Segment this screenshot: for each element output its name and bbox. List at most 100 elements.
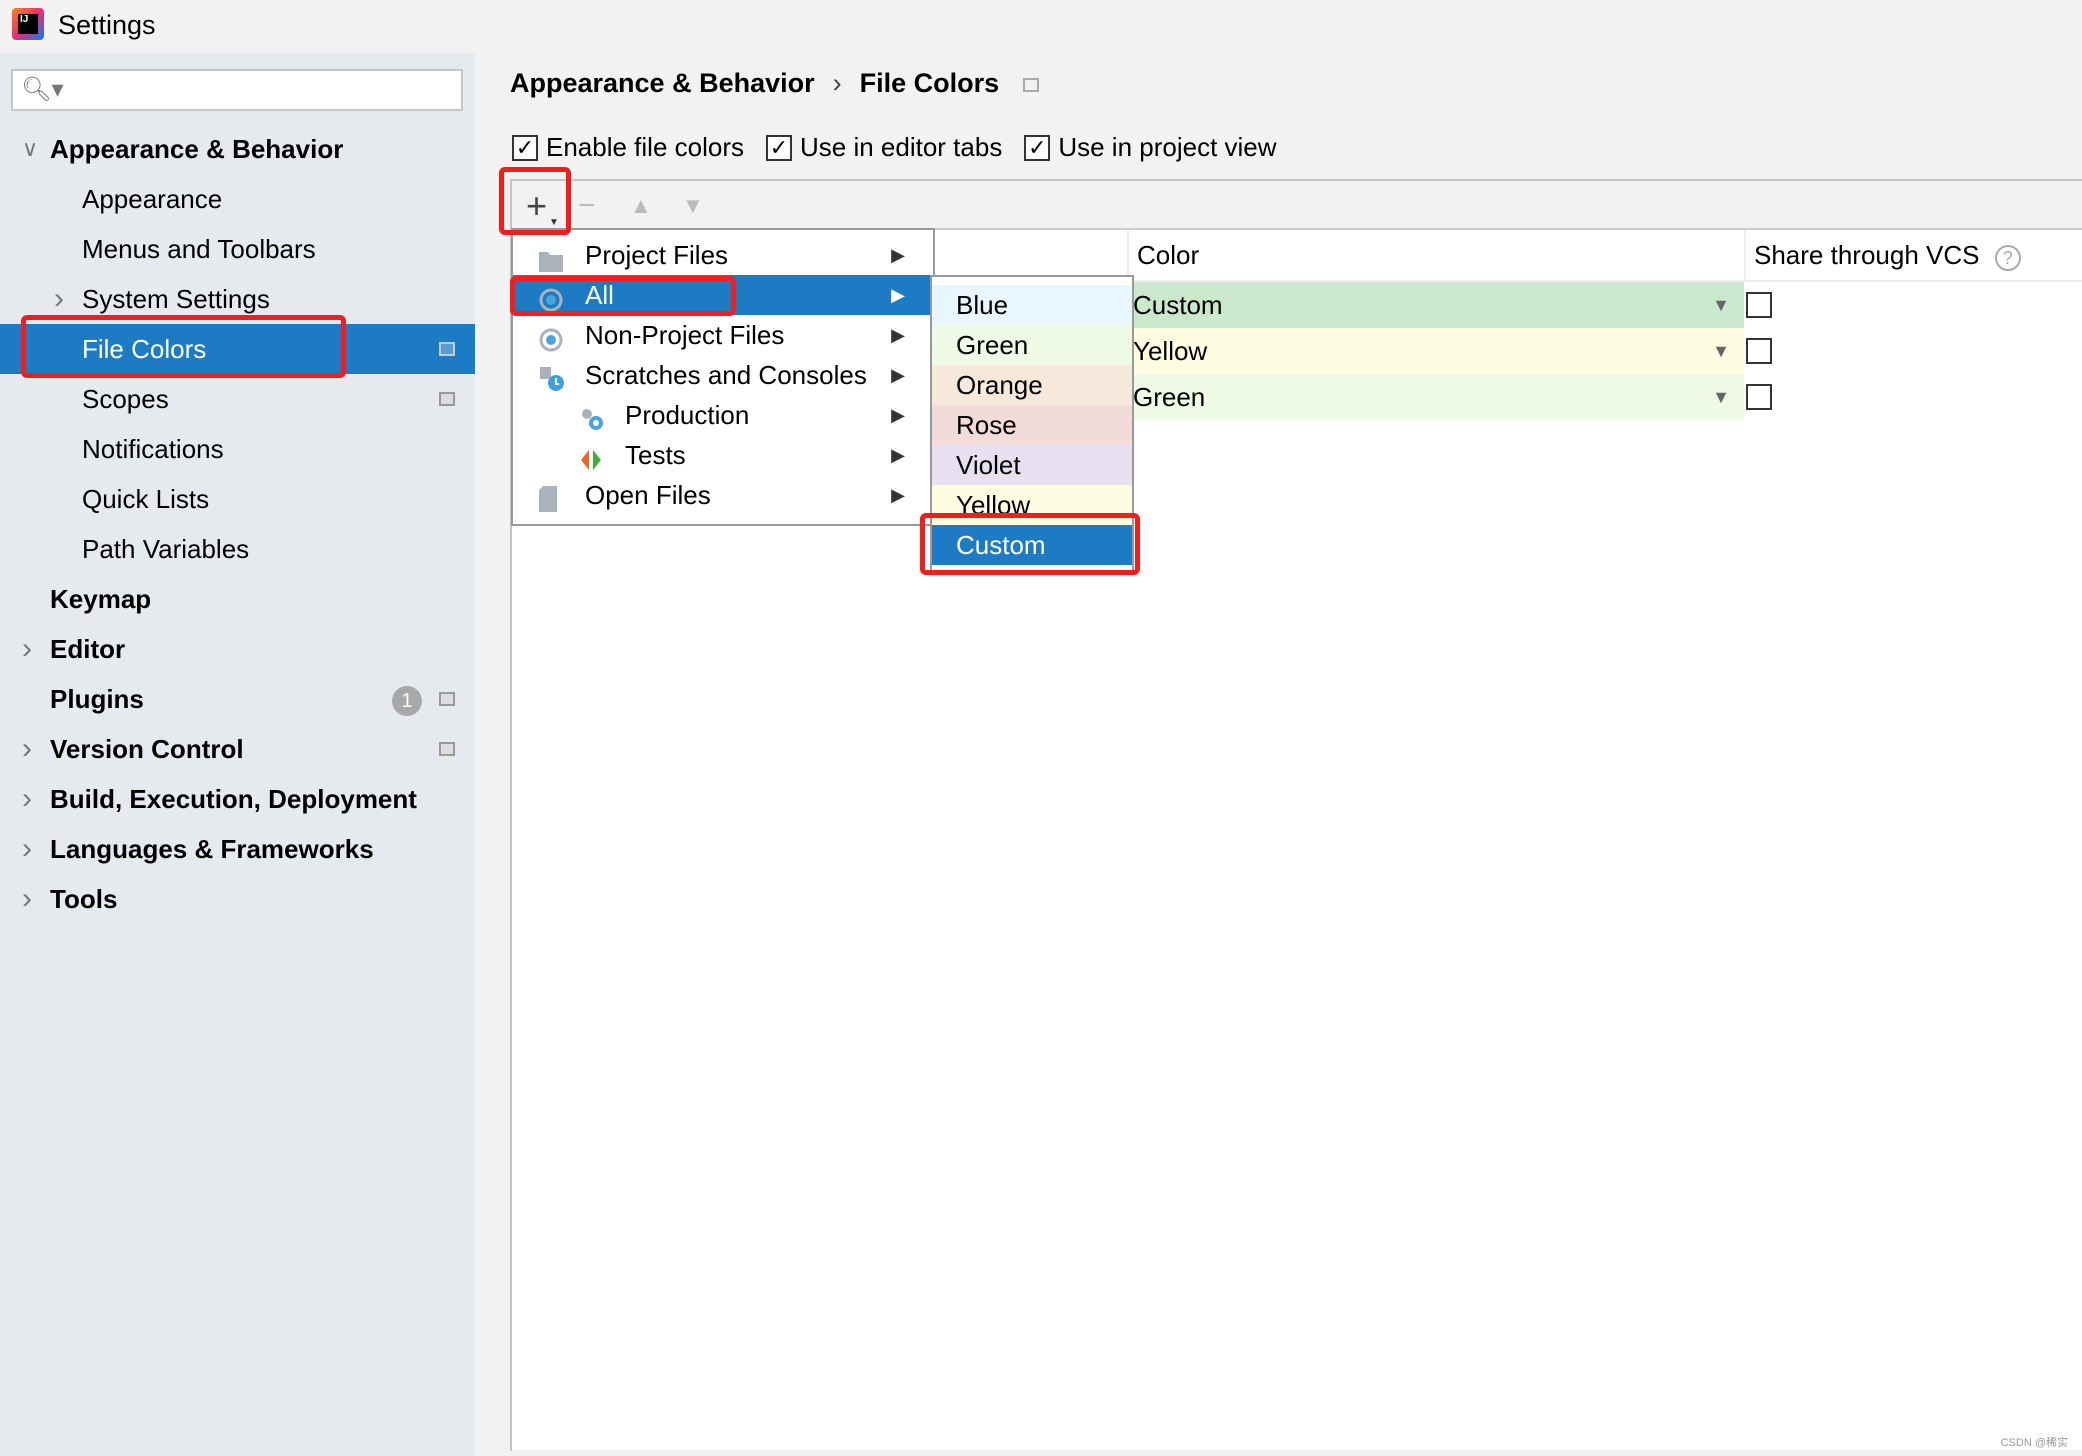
sidebar-item-version-control[interactable]: › Version Control xyxy=(0,724,475,774)
sidebar-item-build-execution-deployment[interactable]: › Build, Execution, Deployment xyxy=(0,774,475,824)
color-option-orange[interactable]: Orange xyxy=(932,365,1132,405)
checkbox[interactable]: ✓ xyxy=(512,134,538,161)
menu-item-tests[interactable]: Tests ▶ xyxy=(513,435,933,475)
project-level-icon xyxy=(439,692,455,706)
submenu-arrow-icon: ▶ xyxy=(891,365,905,385)
sidebar-item-keymap[interactable]: Keymap xyxy=(0,574,475,624)
scratches-icon xyxy=(539,363,564,391)
chevron-right-icon[interactable]: › xyxy=(22,724,32,774)
sidebar-item-label: Menus and Toolbars xyxy=(82,234,316,264)
color-value: Custom xyxy=(1133,290,1223,320)
menu-item-project-files[interactable]: Project Files ▶ xyxy=(513,235,933,275)
sidebar-item-label: Tools xyxy=(50,884,118,914)
option-use-in-editor-tabs[interactable]: ✓ Use in editor tabs xyxy=(766,132,1002,163)
submenu-arrow-icon: ▶ xyxy=(891,445,905,465)
submenu-arrow-icon: ▶ xyxy=(891,485,905,505)
sidebar-item-label: Plugins xyxy=(50,684,144,714)
menu-item-label: Tests xyxy=(625,440,686,470)
intellij-logo-icon: IJ xyxy=(12,8,44,40)
sidebar-item-label: Quick Lists xyxy=(82,484,210,514)
sidebar-item-label: Keymap xyxy=(50,584,152,614)
sidebar-item-label: Scopes xyxy=(82,384,169,414)
chevron-right-icon[interactable]: › xyxy=(22,774,32,824)
share-vcs-checkbox[interactable] xyxy=(1746,292,1772,318)
watermark: CSDN @稀实 xyxy=(2000,1437,2068,1449)
submenu-arrow-icon: ▶ xyxy=(891,245,905,265)
share-header-label: Share through VCS xyxy=(1754,240,1980,270)
tests-icon xyxy=(579,443,603,470)
file-icon xyxy=(539,483,563,512)
sidebar-item-languages-frameworks[interactable]: › Languages & Frameworks xyxy=(0,824,475,874)
color-option-violet[interactable]: Violet xyxy=(932,445,1132,485)
sidebar-item-scopes[interactable]: Scopes xyxy=(0,374,475,424)
highlight-file-colors xyxy=(21,315,346,378)
menu-item-production[interactable]: Production ▶ xyxy=(513,395,933,435)
chevron-right-icon[interactable]: › xyxy=(22,824,32,874)
chevron-down-icon[interactable]: ∨ xyxy=(22,124,38,174)
option-label: Use in editor tabs xyxy=(800,132,1003,162)
color-option-green[interactable]: Green xyxy=(932,325,1132,365)
menu-item-non-project-files[interactable]: Non-Project Files ▶ xyxy=(513,315,933,355)
breadcrumb-separator: › xyxy=(832,68,842,98)
column-header-color[interactable]: Color xyxy=(1127,230,1744,280)
submenu-arrow-icon: ▶ xyxy=(891,325,905,345)
project-level-icon xyxy=(439,342,455,356)
sidebar-item-path-variables[interactable]: Path Variables xyxy=(0,524,475,574)
option-enable-file-colors[interactable]: ✓ Enable file colors xyxy=(512,132,744,163)
sidebar-item-label: Build, Execution, Deployment xyxy=(50,784,417,814)
color-option-blue[interactable]: Blue xyxy=(932,285,1132,325)
sidebar-item-quick-lists[interactable]: Quick Lists xyxy=(0,474,475,524)
highlight-all-item xyxy=(510,276,736,316)
sidebar-item-tools[interactable]: › Tools xyxy=(0,874,475,924)
chevron-right-icon[interactable]: › xyxy=(22,624,32,674)
sidebar-item-appearance[interactable]: Appearance xyxy=(0,174,475,224)
dropdown-arrow-icon[interactable]: ▼ xyxy=(1712,374,1730,420)
scope-popup-menu: Project Files ▶ All ▶ Non-Project Files ▶ Scra… xyxy=(511,228,935,526)
production-icon xyxy=(579,403,603,430)
breadcrumb-parent[interactable]: Appearance & Behavior xyxy=(510,68,815,98)
menu-item-label: Project Files xyxy=(585,240,729,270)
move-down-button[interactable]: ▼ xyxy=(682,193,704,219)
share-vcs-checkbox[interactable] xyxy=(1746,338,1772,364)
update-count-badge: 1 xyxy=(392,686,422,716)
color-option-rose[interactable]: Rose xyxy=(932,405,1132,445)
option-label: Use in project view xyxy=(1058,132,1277,162)
color-select[interactable]: Yellow ▼ xyxy=(1129,328,1744,374)
sidebar-item-label: Appearance & Behavior xyxy=(50,134,344,164)
folder-icon xyxy=(539,243,563,272)
sidebar-item-menus-and-toolbars[interactable]: Menus and Toolbars xyxy=(0,224,475,274)
dropdown-arrow-icon[interactable]: ▼ xyxy=(1712,282,1730,328)
dropdown-arrow-icon[interactable]: ▼ xyxy=(1712,328,1730,374)
submenu-arrow-icon: ▶ xyxy=(891,405,905,425)
highlight-add-button xyxy=(499,167,571,235)
color-value: Green xyxy=(1133,382,1206,412)
menu-item-label: Production xyxy=(625,400,750,430)
menu-item-label: Scratches and Consoles xyxy=(585,360,867,390)
remove-button[interactable]: − xyxy=(578,189,596,223)
color-select[interactable]: Green ▼ xyxy=(1129,374,1744,420)
breadcrumb-current: File Colors xyxy=(859,68,1000,98)
color-select[interactable]: Custom ▼ xyxy=(1129,282,1744,328)
sidebar-item-label: Appearance xyxy=(82,184,223,214)
sidebar-item-editor[interactable]: › Editor xyxy=(0,624,475,674)
project-level-icon xyxy=(439,392,455,406)
chevron-right-icon[interactable]: › xyxy=(22,874,32,924)
share-vcs-checkbox[interactable] xyxy=(1746,384,1772,410)
menu-item-scratches-and-consoles[interactable]: Scratches and Consoles ▶ xyxy=(513,355,933,395)
column-header-share[interactable]: Share through VCS ? xyxy=(1744,230,2082,280)
move-up-button[interactable]: ▲ xyxy=(630,193,652,219)
sidebar-item-plugins[interactable]: Plugins 1 xyxy=(0,674,475,724)
color-value: Yellow xyxy=(1133,336,1208,366)
menu-item-open-files[interactable]: Open Files ▶ xyxy=(513,475,933,515)
search-input[interactable]: 🔍︎▾ xyxy=(11,69,463,111)
sidebar-item-appearance-behavior[interactable]: ∨ Appearance & Behavior xyxy=(0,124,475,174)
help-icon[interactable]: ? xyxy=(1994,245,2021,271)
sidebar-item-label: Editor xyxy=(50,634,126,664)
option-label: Enable file colors xyxy=(546,132,744,162)
checkbox[interactable]: ✓ xyxy=(1024,134,1051,161)
checkbox[interactable]: ✓ xyxy=(766,134,792,161)
sidebar-item-notifications[interactable]: Notifications xyxy=(0,424,475,474)
option-use-in-project-view[interactable]: ✓ Use in project view xyxy=(1024,132,1277,163)
menu-item-label: Non-Project Files xyxy=(585,320,785,350)
sidebar-item-label: Version Control xyxy=(50,734,244,764)
